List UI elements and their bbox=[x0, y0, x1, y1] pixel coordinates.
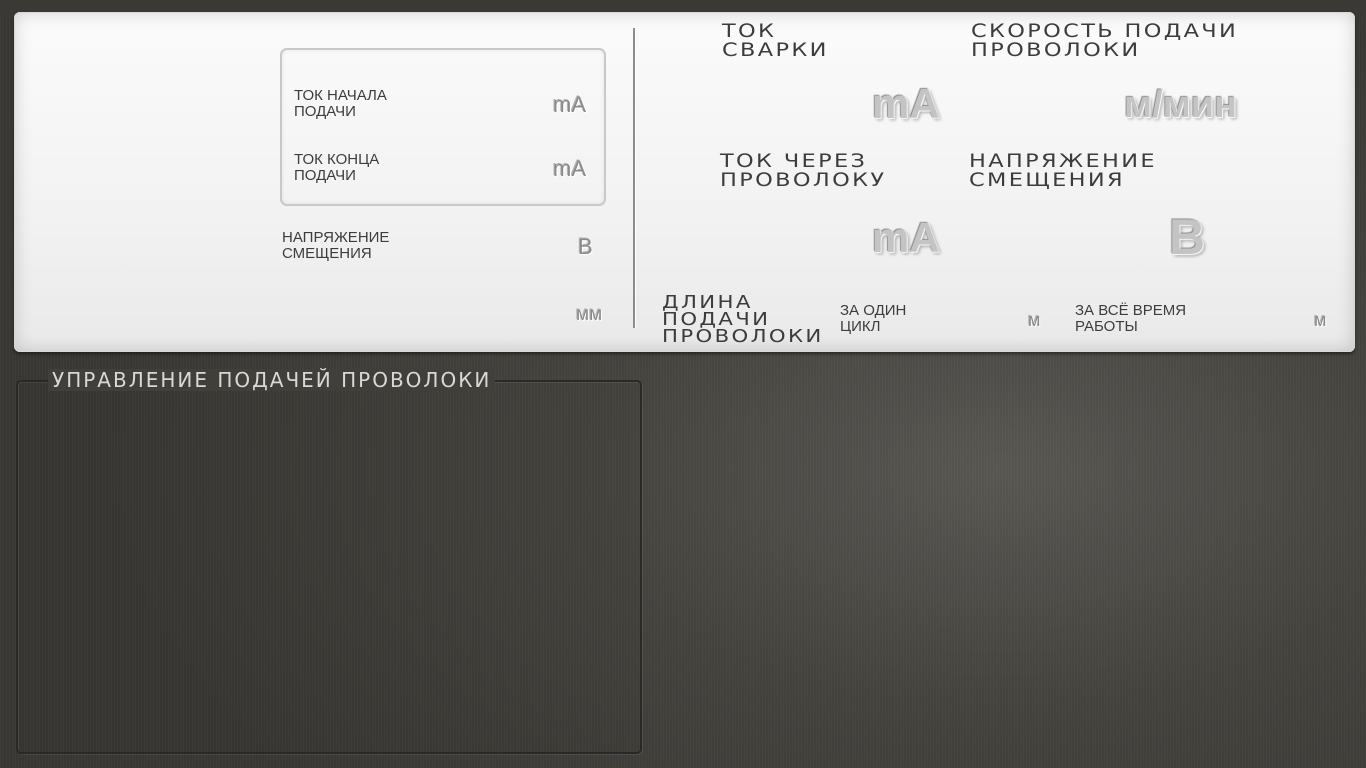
wire-speed-unit: м/мин bbox=[1124, 84, 1238, 126]
per-cycle-label: ЗА ОДИН ЦИКЛ bbox=[840, 302, 907, 335]
start-current-label: ТОК НАЧАЛА ПОДАЧИ bbox=[294, 87, 387, 120]
start-current-unit: mA bbox=[553, 92, 586, 117]
right-bias-voltage-unit: В bbox=[1169, 209, 1206, 265]
total-work-unit: м bbox=[1314, 310, 1327, 330]
feed-length-label: ДЛИНА ПОДАЧИ ПРОВОЛОКИ bbox=[662, 292, 824, 347]
left-bias-voltage-unit: В bbox=[578, 234, 593, 259]
wire-feed-control-group: УПРАВЛЕНИЕ ПОДАЧЕЙ ПРОВОЛОКИ bbox=[16, 369, 642, 754]
wire-current-unit: mA bbox=[872, 214, 940, 261]
parameters-panel: ТОК НАЧАЛА ПОДАЧИ mA ТОК КОНЦА ПОДАЧИ mA… bbox=[14, 12, 1355, 352]
right-bias-voltage-label: НАПРЯЖЕНИЕ СМЕЩЕНИЯ bbox=[969, 150, 1157, 191]
welding-current-label: ТОК СВАРКИ bbox=[722, 20, 829, 61]
welding-current-unit: mA bbox=[872, 80, 940, 127]
end-current-unit: mA bbox=[553, 156, 586, 181]
wire-current-label: ТОК ЧЕРЕЗ ПРОВОЛОКУ bbox=[720, 150, 887, 191]
top-strip bbox=[0, 0, 1366, 12]
wire-speed-label: СКОРОСТЬ ПОДАЧИ ПРОВОЛОКИ bbox=[971, 20, 1239, 61]
panel-divider bbox=[633, 28, 636, 328]
total-work-label: ЗА ВСЁ ВРЕМЯ РАБОТЫ bbox=[1075, 302, 1187, 335]
per-cycle-unit: м bbox=[1028, 310, 1041, 330]
end-current-label: ТОК КОНЦА ПОДАЧИ bbox=[294, 151, 380, 184]
wire-feed-control-title: УПРАВЛЕНИЕ ПОДАЧЕЙ ПРОВОЛОКИ bbox=[48, 369, 496, 391]
left-bias-voltage-label: НАПРЯЖЕНИЕ СМЕЩЕНИЯ bbox=[282, 229, 390, 262]
length-unit: мм bbox=[576, 304, 603, 325]
